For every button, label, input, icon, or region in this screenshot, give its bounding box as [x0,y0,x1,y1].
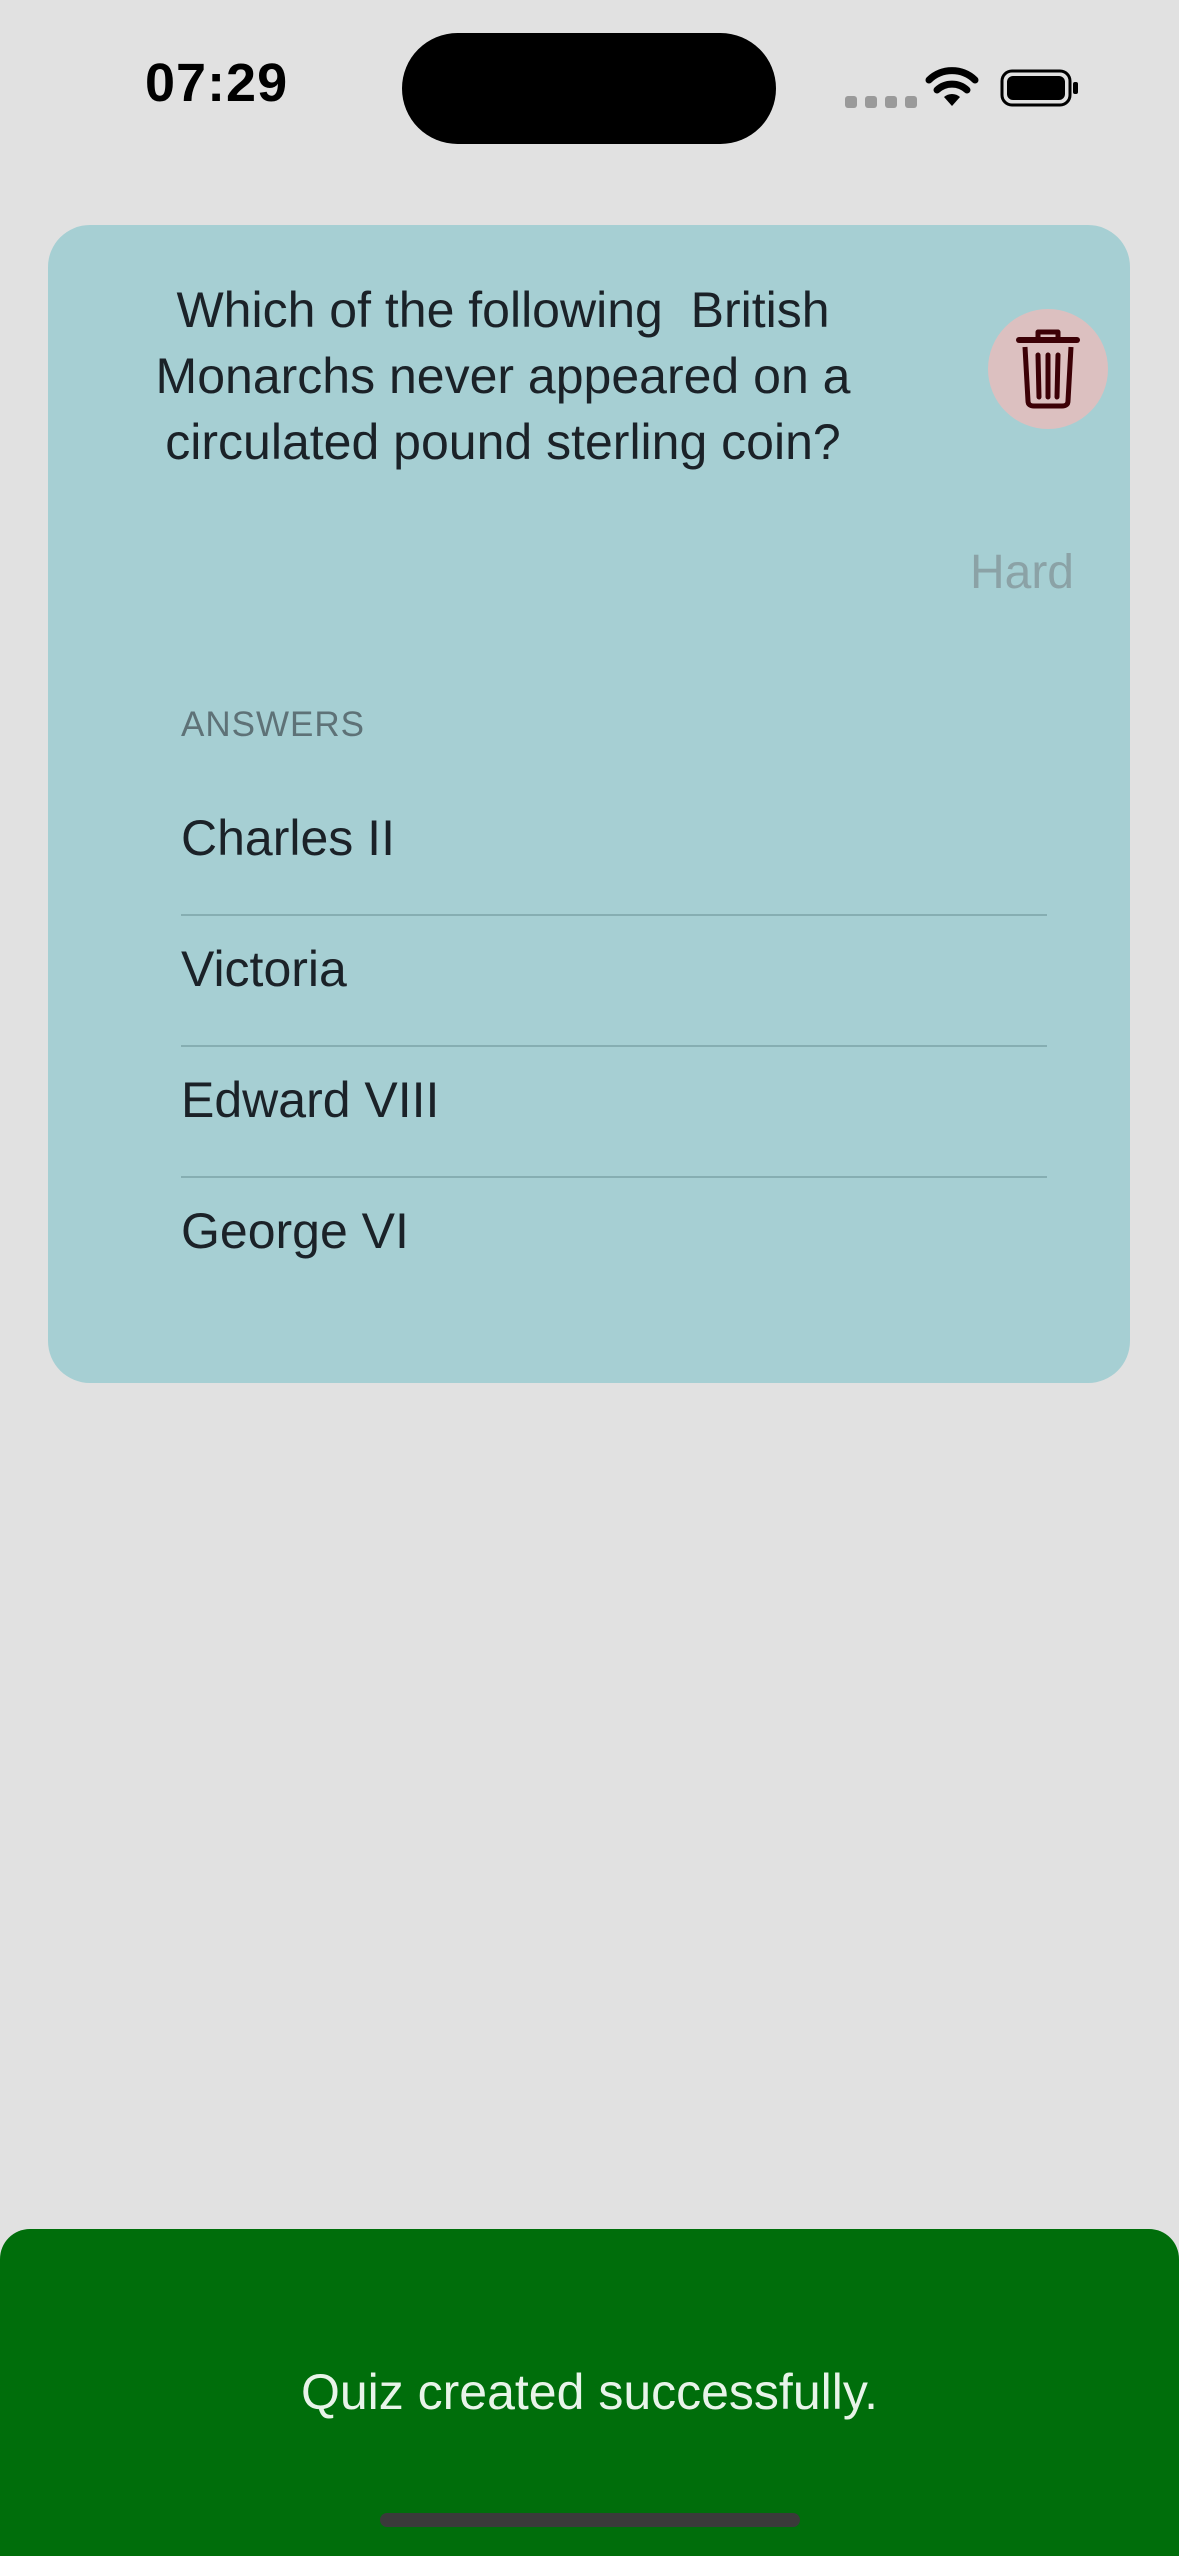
cellular-signal-icon [845,96,917,108]
success-toast: Quiz created successfully. [0,2229,1179,2556]
status-time: 07:29 [145,53,289,113]
answer-item: Charles II [181,785,1047,916]
home-indicator[interactable] [380,2513,800,2527]
wifi-icon [925,67,979,106]
battery-icon [1000,69,1078,107]
difficulty-label: Hard [969,546,1074,599]
quiz-card[interactable]: Which of the following British Monarchs … [48,225,1130,1383]
answer-item: Victoria [181,916,1047,1047]
delete-button[interactable] [988,309,1108,429]
toast-message: Quiz created successfully. [300,2364,879,2420]
trash-icon [1016,329,1080,409]
answers-list: Charles II Victoria Edward VIII George V… [181,785,1047,1309]
question-text: Which of the following British Monarchs … [155,282,851,470]
answer-item: Edward VIII [181,1047,1047,1178]
answers-header: ANSWERS [181,705,365,744]
answer-item: George VI [181,1203,409,1259]
dynamic-island [402,33,776,144]
